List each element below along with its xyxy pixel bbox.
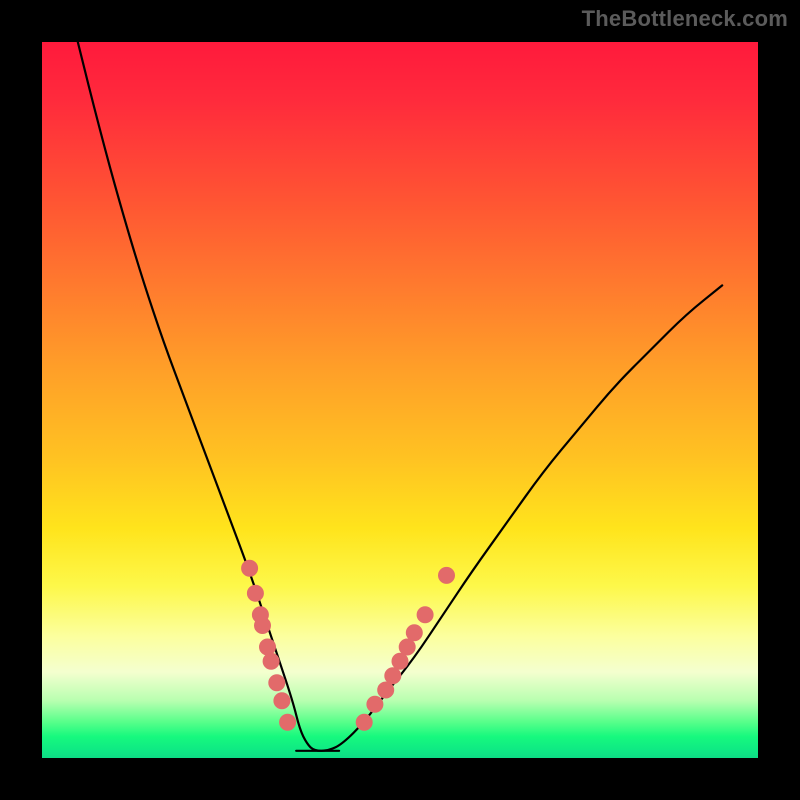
watermark-text: TheBottleneck.com xyxy=(582,6,788,32)
marker-dot xyxy=(392,653,408,669)
marker-dot xyxy=(385,668,401,684)
marker-dot xyxy=(280,714,296,730)
marker-dot xyxy=(439,567,455,583)
marker-dot xyxy=(263,653,279,669)
marker-dot xyxy=(367,696,383,712)
marker-dot xyxy=(247,585,263,601)
marker-dot xyxy=(356,714,372,730)
plot-area xyxy=(42,42,758,758)
marker-dot xyxy=(417,607,433,623)
marker-dot xyxy=(406,625,422,641)
marker-dot xyxy=(269,675,285,691)
chart-svg xyxy=(42,42,758,758)
marker-dot xyxy=(378,682,394,698)
marker-dot xyxy=(260,639,276,655)
marker-dot xyxy=(274,693,290,709)
marker-dot xyxy=(399,639,415,655)
marker-dot xyxy=(255,618,271,634)
marker-dot xyxy=(242,560,258,576)
chart-frame: TheBottleneck.com xyxy=(0,0,800,800)
